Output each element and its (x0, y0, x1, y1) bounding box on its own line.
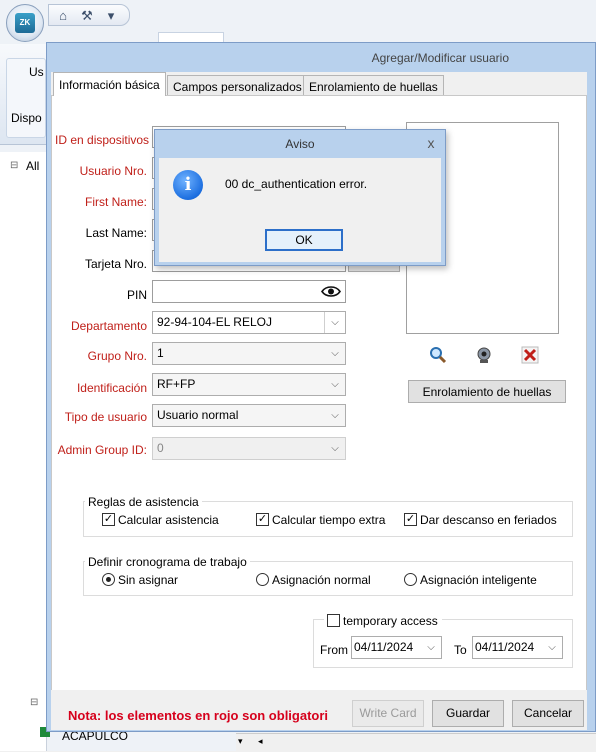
department-value: 92-94-104-EL RELOJ (157, 315, 272, 329)
holiday-rest-label: Dar descanso en feriados (420, 513, 557, 527)
pin-field[interactable] (152, 280, 346, 303)
chevron-left-icon[interactable]: ◂ (258, 736, 263, 747)
chevron-down-icon: ⌵ (331, 443, 339, 454)
chevron-down-icon: ⌵ (331, 379, 339, 390)
alert-title: Aviso (285, 137, 315, 151)
quick-access-toolbar: ⌂ ⚒ ▾ (48, 4, 130, 26)
save-button[interactable]: Guardar (432, 700, 504, 727)
attendance-title: Reglas de asistencia (85, 495, 202, 509)
chevron-down-icon: ⌵ (331, 410, 339, 421)
delete-photo-icon[interactable] (520, 346, 540, 366)
background-ribbon-button[interactable]: Us Dispo (6, 58, 46, 138)
tab-fingerprint-enrollment[interactable]: Enrolamiento de huellas (303, 75, 444, 97)
horizontal-scrollbar[interactable]: ▾ ◂ (236, 733, 596, 752)
user-type-value: Usuario normal (157, 408, 239, 422)
calc-attendance-checkbox[interactable]: ✓ (102, 513, 115, 526)
chevron-down-icon[interactable]: ▾ (238, 736, 243, 747)
to-label: To (454, 643, 467, 657)
calc-attendance-label: Calcular asistencia (118, 513, 219, 527)
department-select[interactable]: 92-94-104-EL RELOJ ⌵ (152, 311, 346, 334)
schedule-title: Definir cronograma de trabajo (85, 555, 250, 569)
tab-basic-info[interactable]: Información básica (53, 72, 166, 96)
pin-label: PIN (126, 288, 147, 302)
info-icon: i (173, 170, 203, 200)
identification-label: Identificación (76, 381, 147, 395)
group-select[interactable]: 1 ⌵ (152, 342, 346, 365)
close-icon[interactable]: x (421, 134, 441, 154)
chevron-down-icon: ⌵ (427, 642, 435, 653)
user-no-label: Usuario Nro. (79, 164, 147, 178)
smart-assignment-label: Asignación inteligente (420, 573, 537, 587)
dropdown-icon[interactable]: ▾ (103, 8, 119, 24)
id-label: ID en dispositivos (55, 133, 150, 147)
chevron-down-icon: ⌵ (324, 312, 345, 333)
webcam-icon[interactable] (474, 346, 494, 366)
required-note: Nota: los elementos en rojo son obligato… (68, 708, 329, 723)
from-label: From (320, 643, 348, 657)
tab-custom-fields[interactable]: Campos personalizados (167, 75, 308, 97)
first-name-label: First Name: (84, 195, 147, 209)
calc-overtime-checkbox[interactable]: ✓ (256, 513, 269, 526)
write-card-button[interactable]: Write Card (352, 700, 424, 727)
alert-dialog: Aviso x i 00 dc_authentication error. OK (154, 129, 446, 266)
group-label: Grupo Nro. (87, 349, 147, 363)
cancel-button[interactable]: Cancelar (512, 700, 584, 727)
dialog-title: Agregar/Modificar usuario (371, 51, 509, 65)
holiday-rest-checkbox[interactable]: ✓ (404, 513, 417, 526)
temporary-access-label: temporary access (343, 614, 438, 628)
admin-group-select[interactable]: 0 ⌵ (152, 437, 346, 460)
alert-message: 00 dc_authentication error. (225, 177, 368, 191)
user-type-select[interactable]: Usuario normal ⌵ (152, 404, 346, 427)
from-date-value: 04/11/2024 (354, 640, 414, 654)
department-label: Departamento (70, 319, 147, 333)
normal-assignment-label: Asignación normal (272, 573, 371, 587)
tree-expand-icon[interactable]: ⊟ (30, 697, 38, 708)
tree-root-label[interactable]: All (26, 159, 39, 173)
chevron-down-icon: ⌵ (548, 642, 556, 653)
calc-overtime-label: Calcular tiempo extra (272, 513, 386, 527)
ok-button[interactable]: OK (265, 229, 343, 251)
from-date-picker[interactable]: 04/11/2024 ⌵ (351, 636, 442, 659)
group-value: 1 (157, 346, 164, 360)
unassigned-radio[interactable] (102, 573, 115, 586)
tools-icon[interactable]: ⚒ (79, 8, 95, 24)
chevron-down-icon: ⌵ (331, 348, 339, 359)
eye-icon[interactable] (321, 285, 341, 298)
normal-assignment-radio[interactable] (256, 573, 269, 586)
alert-body: i 00 dc_authentication error. OK (159, 158, 441, 262)
last-name-label: Last Name: (85, 226, 147, 240)
tree-expand-icon[interactable]: ⊟ (10, 160, 18, 171)
ribbon-label-devices: Dispo (11, 111, 42, 125)
admin-group-label: Admin Group ID: (57, 443, 147, 457)
home-icon[interactable]: ⌂ (55, 8, 71, 24)
card-label: Tarjeta Nro. (84, 257, 147, 271)
admin-group-value: 0 (157, 441, 164, 455)
ribbon-label-user: Us (29, 65, 44, 79)
to-date-picker[interactable]: 04/11/2024 ⌵ (472, 636, 563, 659)
enroll-fingerprint-button[interactable]: Enrolamiento de huellas (408, 380, 566, 403)
unassigned-label: Sin asignar (118, 573, 179, 587)
to-date-value: 04/11/2024 (475, 640, 535, 654)
user-type-label: Tipo de usuario (64, 410, 147, 424)
search-photo-icon[interactable] (428, 346, 448, 366)
app-logo[interactable]: ZK (6, 4, 44, 42)
app-logo-icon: ZK (15, 13, 35, 33)
background-tree: ⊟ All ⊟ (0, 152, 50, 751)
identification-select[interactable]: RF+FP ⌵ (152, 373, 346, 396)
identification-value: RF+FP (157, 377, 196, 391)
smart-assignment-radio[interactable] (404, 573, 417, 586)
temporary-access-checkbox[interactable] (327, 614, 340, 627)
